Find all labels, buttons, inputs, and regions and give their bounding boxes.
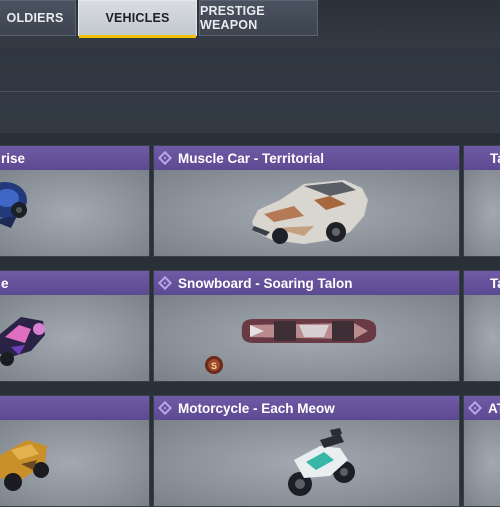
- rarity-diamond-icon: [467, 400, 483, 416]
- vehicle-card[interactable]: Snowboard - Soaring Talon S: [153, 270, 460, 382]
- vehicle-card[interactable]: Motorcycle - Each Meow: [153, 395, 460, 507]
- card-title: Ta: [490, 150, 500, 166]
- card-title: Motorcycle - Each Meow: [178, 400, 335, 416]
- vehicle-card[interactable]: rise: [0, 145, 150, 257]
- vehicle-card[interactable]: Ta: [463, 270, 500, 382]
- card-image: [464, 295, 500, 381]
- card-header: Ta: [464, 271, 500, 295]
- rarity-diamond-icon: [157, 150, 173, 166]
- tab-prestige-weapon[interactable]: PRESTIGE WEAPON: [199, 0, 318, 36]
- card-title: e: [1, 275, 9, 291]
- card-image: [0, 420, 149, 506]
- card-image: S: [154, 295, 459, 381]
- car-icon: [0, 182, 27, 228]
- card-title: Muscle Car - Territorial: [178, 150, 325, 166]
- vehicle-card[interactable]: Ta: [463, 145, 500, 257]
- card-header: e: [0, 271, 149, 295]
- card-header: AT: [464, 396, 500, 420]
- divider: [0, 91, 500, 92]
- card-image: [0, 170, 149, 256]
- card-image: [154, 420, 459, 506]
- card-image: [154, 170, 459, 256]
- vehicle-card[interactable]: [0, 395, 150, 507]
- card-title: Snowboard - Soaring Talon: [178, 275, 353, 291]
- rarity-diamond-icon: [157, 275, 173, 291]
- rarity-diamond-icon: [157, 400, 173, 416]
- card-image: [464, 170, 500, 256]
- card-header: rise: [0, 146, 149, 170]
- muscle-car-icon: [252, 180, 368, 244]
- card-image: [464, 420, 500, 506]
- card-title: Ta: [490, 275, 500, 291]
- tab-soldiers[interactable]: OLDIERS: [0, 0, 76, 36]
- tab-vehicles[interactable]: VEHICLES: [78, 0, 197, 38]
- card-title: AT: [488, 400, 500, 416]
- card-header: Ta: [464, 146, 500, 170]
- card-header: Snowboard - Soaring Talon: [154, 271, 459, 295]
- badge-label: S: [211, 361, 217, 371]
- card-header: [0, 396, 149, 420]
- vehicle-card[interactable]: Muscle Car - Territorial: [153, 145, 460, 257]
- vehicle-icon: [0, 317, 45, 366]
- card-image: [0, 295, 149, 381]
- card-title: rise: [1, 150, 26, 166]
- vehicle-card[interactable]: AT: [463, 395, 500, 507]
- card-header: Motorcycle - Each Meow: [154, 396, 459, 420]
- vehicle-card[interactable]: e: [0, 270, 150, 382]
- atv-icon: [0, 440, 49, 491]
- card-header: Muscle Car - Territorial: [154, 146, 459, 170]
- snowboard-icon: S: [205, 319, 377, 374]
- motorcycle-icon: [288, 428, 355, 496]
